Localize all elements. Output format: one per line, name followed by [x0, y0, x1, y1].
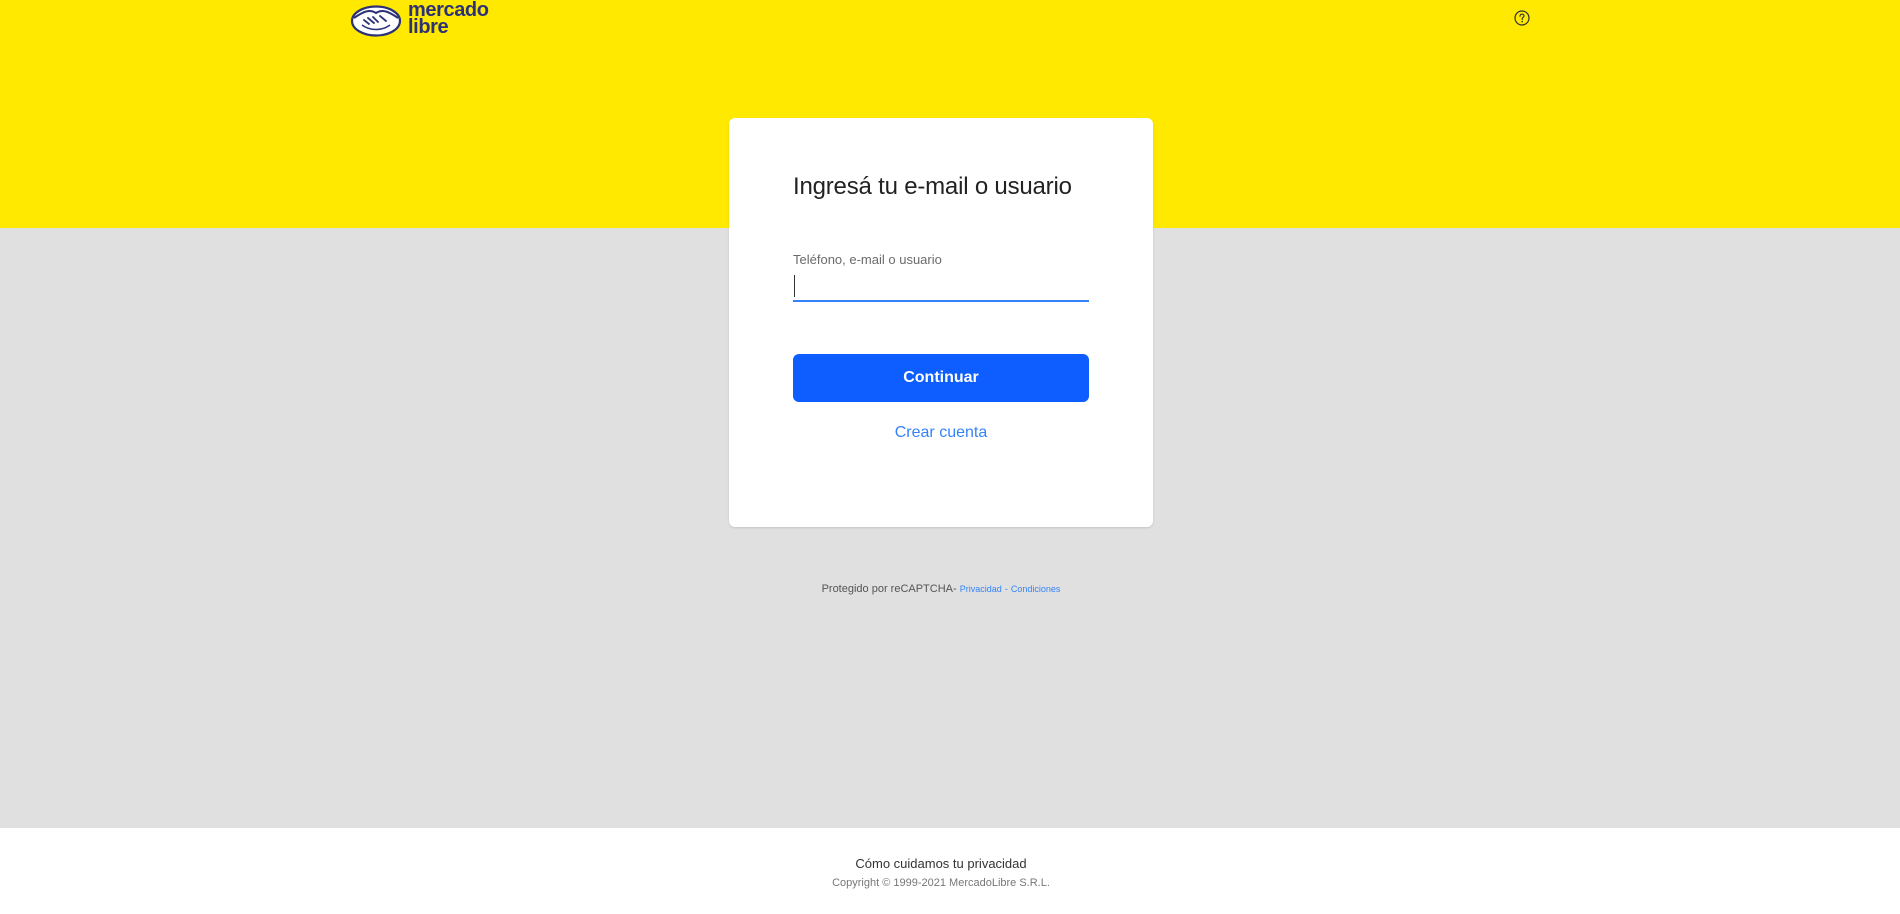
page-title: Ingresá tu e-mail o usuario: [793, 173, 1072, 200]
question-circle-icon[interactable]: [1514, 10, 1530, 26]
logo-line2: libre: [408, 16, 449, 38]
user-field-label: Teléfono, e-mail o usuario: [793, 252, 942, 267]
continue-button[interactable]: Continuar: [793, 354, 1089, 402]
handshake-icon: [350, 1, 402, 37]
recaptcha-notice: Protegido por reCAPTCHA- Privacidad - Co…: [0, 583, 1882, 595]
logo-wordmark: mercado libre: [408, 0, 489, 38]
recaptcha-privacy-link[interactable]: Privacidad: [960, 584, 1002, 594]
login-card: Ingresá tu e-mail o usuario Teléfono, e-…: [729, 118, 1153, 527]
create-account-link[interactable]: Crear cuenta: [793, 424, 1089, 442]
copyright-text: Copyright © 1999-2021 MercadoLibre S.R.L…: [832, 877, 1050, 889]
text-caret: [794, 275, 795, 297]
mercadolibre-logo[interactable]: mercado libre: [350, 0, 489, 38]
user-input[interactable]: [793, 270, 1089, 302]
recaptcha-text: Protegido por reCAPTCHA-: [821, 583, 957, 595]
privacy-policy-link[interactable]: Cómo cuidamos tu privacidad: [0, 856, 1882, 871]
recaptcha-separator: -: [1004, 584, 1008, 594]
recaptcha-terms-link[interactable]: Condiciones: [1011, 584, 1061, 594]
footer: [0, 828, 1900, 914]
